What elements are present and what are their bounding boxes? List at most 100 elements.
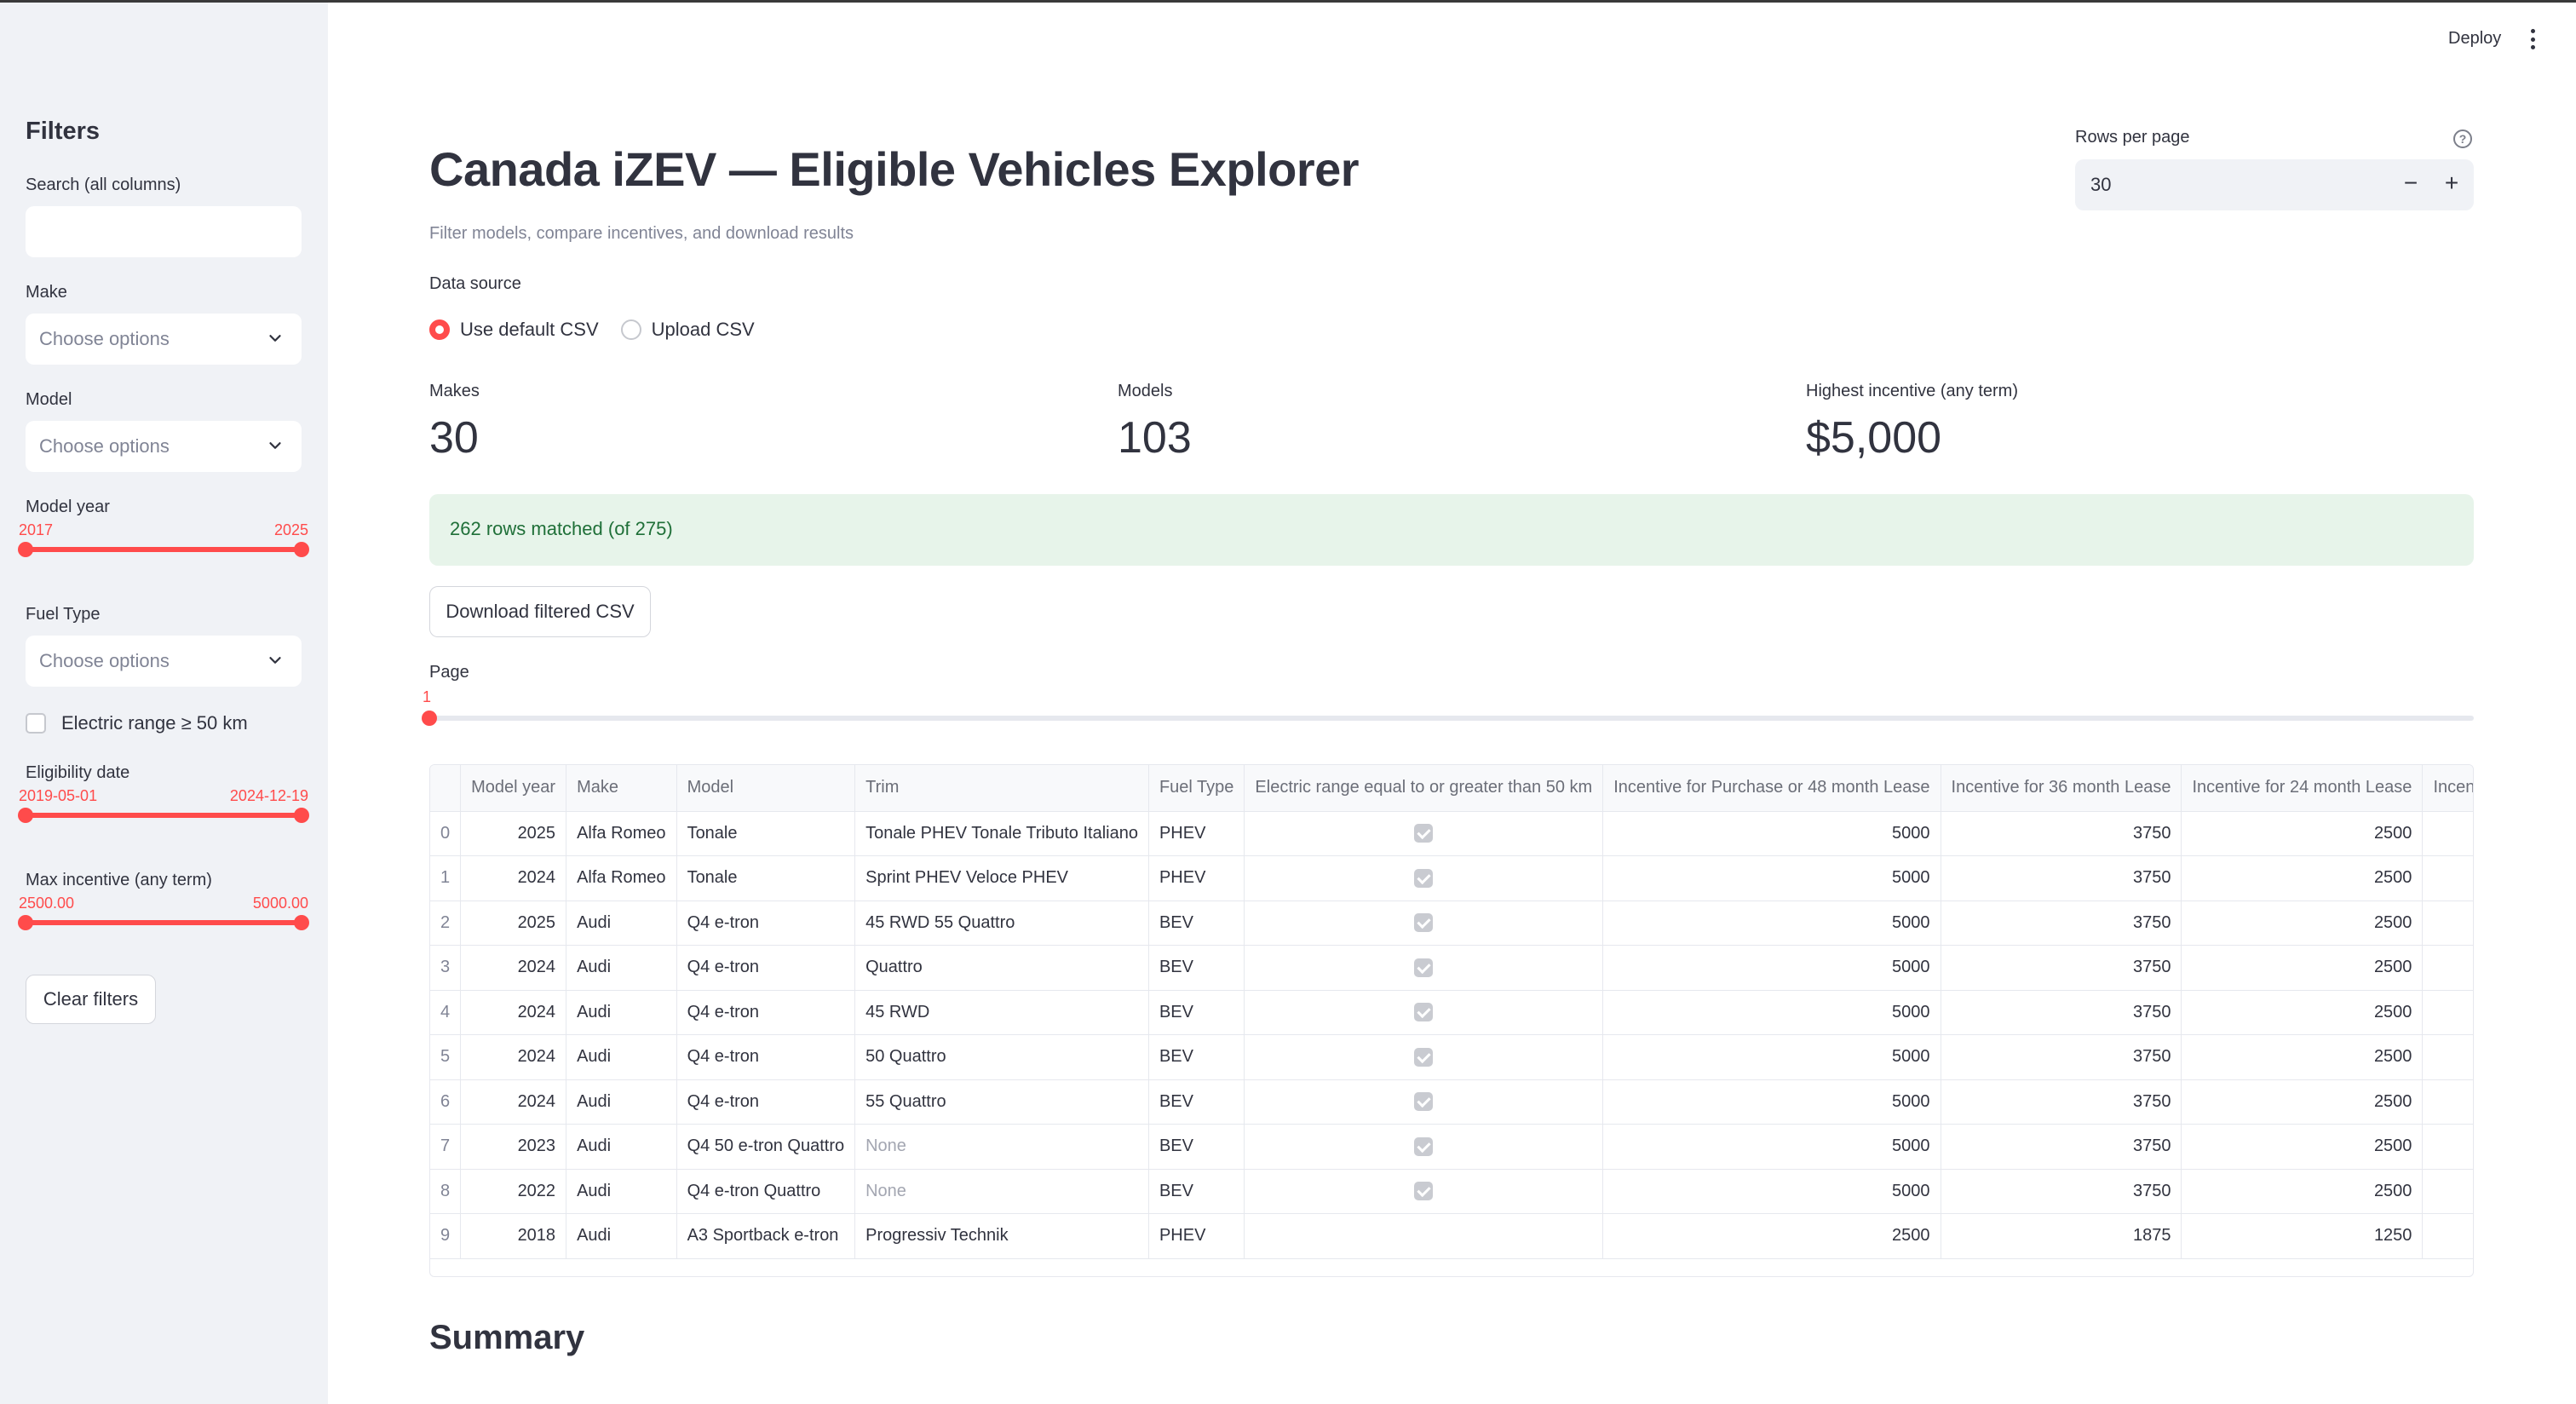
- table-row[interactable]: 8 2022 Audi Q4 e-tron Quattro None BEV 5000 375…: [430, 1169, 2473, 1214]
- table-cell[interactable]: 5000: [1602, 901, 1941, 946]
- column-header[interactable]: Make: [566, 765, 677, 812]
- table-cell[interactable]: 5000: [1602, 1124, 1941, 1170]
- table-cell[interactable]: 2500: [1602, 1213, 1941, 1259]
- table-cell[interactable]: 7: [430, 1124, 462, 1170]
- deploy-button[interactable]: Deploy: [2448, 29, 2501, 49]
- table-cell[interactable]: [2422, 1079, 2473, 1125]
- table-cell[interactable]: 2500: [2181, 1034, 2424, 1080]
- table-cell[interactable]: Q4 e-tron Quattro: [676, 1169, 856, 1214]
- table-row[interactable]: 5 2024 Audi Q4 e-tron 50 Quattro BEV 5000 3750 2…: [430, 1034, 2473, 1080]
- table-cell[interactable]: 2022: [460, 1169, 567, 1214]
- slider-handle-min[interactable]: [18, 915, 33, 930]
- table-cell[interactable]: [1244, 945, 1604, 991]
- table-row[interactable]: 9 2018 Audi A3 Sportback e-tron Progressiv T…: [430, 1213, 2473, 1259]
- table-cell[interactable]: BEV: [1148, 1079, 1245, 1125]
- table-row[interactable]: 3 2024 Audi Q4 e-tron Quattro BEV 5000 3750 2500: [430, 945, 2473, 991]
- slider-handle-max[interactable]: [294, 915, 309, 930]
- table-cell[interactable]: 9: [430, 1213, 462, 1259]
- table-cell[interactable]: PHEV: [1148, 811, 1245, 856]
- table-cell[interactable]: [1244, 901, 1604, 946]
- table-cell[interactable]: 1250: [2181, 1213, 2424, 1259]
- table-cell[interactable]: 5000: [1602, 1079, 1941, 1125]
- table-cell[interactable]: 45 RWD 55 Quattro: [854, 901, 1149, 946]
- column-header[interactable]: Incentive for 24 month Lease: [2181, 765, 2424, 812]
- table-cell[interactable]: 2500: [2181, 901, 2424, 946]
- table-cell[interactable]: 2024: [460, 945, 567, 991]
- table-cell[interactable]: 5000: [1602, 945, 1941, 991]
- table-cell[interactable]: [2422, 945, 2473, 991]
- table-cell[interactable]: None: [854, 1124, 1149, 1170]
- table-cell[interactable]: Quattro: [854, 945, 1149, 991]
- table-cell[interactable]: 3: [430, 945, 462, 991]
- slider-handle-max[interactable]: [294, 542, 309, 557]
- rows-per-page-input[interactable]: 30 − +: [2075, 159, 2474, 210]
- table-cell[interactable]: 2500: [2181, 945, 2424, 991]
- radio-unselected-icon[interactable]: [620, 319, 641, 340]
- table-cell[interactable]: Q4 e-tron: [676, 1079, 856, 1125]
- table-cell[interactable]: 3750: [1941, 811, 2182, 856]
- table-cell[interactable]: 5000: [1602, 1169, 1941, 1214]
- table-cell[interactable]: [1244, 1124, 1604, 1170]
- search-input[interactable]: [26, 206, 302, 257]
- table-cell[interactable]: BEV: [1148, 990, 1245, 1035]
- table-cell[interactable]: 3750: [1941, 855, 2182, 901]
- table-cell[interactable]: 1: [430, 855, 462, 901]
- max-incentive-slider[interactable]: 2500.00 5000.00: [18, 895, 309, 946]
- table-cell[interactable]: Audi: [566, 1169, 677, 1214]
- table-cell[interactable]: Tonale: [676, 811, 856, 856]
- table-cell[interactable]: 2: [430, 901, 462, 946]
- table-cell[interactable]: 2500: [2181, 1079, 2424, 1125]
- table-cell[interactable]: Alfa Romeo: [566, 855, 677, 901]
- table-cell[interactable]: 4: [430, 990, 462, 1035]
- table-cell[interactable]: 8: [430, 1169, 462, 1214]
- table-cell[interactable]: 5: [430, 1034, 462, 1080]
- table-cell[interactable]: 3750: [1941, 1124, 2182, 1170]
- table-cell[interactable]: 5000: [1602, 990, 1941, 1035]
- table-cell[interactable]: BEV: [1148, 945, 1245, 991]
- column-header[interactable]: [430, 765, 462, 812]
- table-cell[interactable]: PHEV: [1148, 855, 1245, 901]
- table-cell[interactable]: Audi: [566, 990, 677, 1035]
- table-row[interactable]: 2 2025 Audi Q4 e-tron 45 RWD 55 Quattro BEV 50…: [430, 901, 2473, 946]
- table-cell[interactable]: 1875: [1941, 1213, 2182, 1259]
- table-row[interactable]: 0 2025 Alfa Romeo Tonale Tonale PHEV Tonale …: [430, 811, 2473, 856]
- table-cell[interactable]: BEV: [1148, 1169, 1245, 1214]
- table-cell[interactable]: 3750: [1941, 901, 2182, 946]
- help-icon[interactable]: ?: [2453, 129, 2472, 148]
- table-cell[interactable]: 3750: [1941, 990, 2182, 1035]
- table-cell[interactable]: 3750: [1941, 1034, 2182, 1080]
- table-cell[interactable]: [2422, 855, 2473, 901]
- table-cell[interactable]: Alfa Romeo: [566, 811, 677, 856]
- checkbox-box[interactable]: [26, 713, 46, 734]
- data-table[interactable]: Model year Make Model Trim Fuel Type Electric…: [429, 764, 2474, 1277]
- table-cell[interactable]: Q4 e-tron: [676, 901, 856, 946]
- table-cell[interactable]: Q4 e-tron: [676, 990, 856, 1035]
- table-cell[interactable]: [1244, 1034, 1604, 1080]
- table-cell[interactable]: Q4 e-tron: [676, 1034, 856, 1080]
- table-cell[interactable]: Tonale PHEV Tonale Tributo Italiano: [854, 811, 1149, 856]
- column-header[interactable]: Electric range equal to or greater than …: [1244, 765, 1604, 812]
- table-cell[interactable]: 50 Quattro: [854, 1034, 1149, 1080]
- table-cell[interactable]: 6: [430, 1079, 462, 1125]
- table-cell[interactable]: Sprint PHEV Veloce PHEV: [854, 855, 1149, 901]
- column-header[interactable]: Incentive for 36 month Lease: [1941, 765, 2182, 812]
- table-cell[interactable]: A3 Sportback e-tron: [676, 1213, 856, 1259]
- page-slider[interactable]: 1: [422, 688, 2474, 731]
- table-cell[interactable]: [1244, 811, 1604, 856]
- decrement-button[interactable]: −: [2395, 170, 2426, 197]
- rows-per-page-value[interactable]: 30: [2090, 174, 2111, 196]
- table-cell[interactable]: [2422, 811, 2473, 856]
- table-cell[interactable]: 3750: [1941, 1079, 2182, 1125]
- table-cell[interactable]: Q4 e-tron: [676, 945, 856, 991]
- table-cell[interactable]: [2422, 1169, 2473, 1214]
- table-cell[interactable]: 2500: [2181, 1124, 2424, 1170]
- model-year-slider[interactable]: 2017 2025: [18, 521, 309, 573]
- slider-handle-max[interactable]: [294, 808, 309, 823]
- table-cell[interactable]: Audi: [566, 945, 677, 991]
- model-select[interactable]: Choose options: [26, 421, 302, 472]
- table-cell[interactable]: [1244, 855, 1604, 901]
- table-cell[interactable]: Audi: [566, 1124, 677, 1170]
- table-cell[interactable]: 2018: [460, 1213, 567, 1259]
- electric-range-checkbox[interactable]: Electric range ≥ 50 km: [26, 712, 248, 734]
- table-cell[interactable]: 3750: [1941, 1169, 2182, 1214]
